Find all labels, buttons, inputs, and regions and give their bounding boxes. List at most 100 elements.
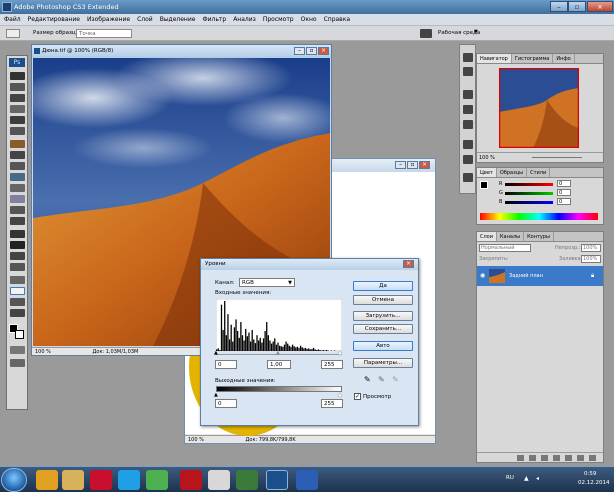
- black-eyedropper-icon[interactable]: ✎: [364, 375, 371, 384]
- layer-name[interactable]: Задний план: [509, 273, 543, 279]
- output-black-slider[interactable]: ▲: [214, 392, 218, 398]
- channel-select[interactable]: RGB ▼: [239, 278, 295, 287]
- gradient-tool-icon[interactable]: [10, 195, 25, 203]
- sample-size-select[interactable]: Точка: [76, 29, 132, 38]
- load-button[interactable]: Загрузить...: [353, 311, 413, 321]
- gray-eyedropper-icon[interactable]: ✎: [378, 375, 385, 384]
- layer-row[interactable]: ◉ Задний план 🔒︎: [477, 266, 603, 286]
- zoom-slider[interactable]: [532, 157, 582, 158]
- clone-source-icon[interactable]: [463, 120, 473, 129]
- gamma-slider[interactable]: ▲: [276, 350, 280, 356]
- notes-tool-icon[interactable]: [10, 276, 25, 284]
- volume-icon[interactable]: ◂: [536, 475, 539, 482]
- blend-mode-select[interactable]: Нормальный: [479, 244, 531, 252]
- lasso-tool-icon[interactable]: [10, 94, 25, 102]
- output-black-field[interactable]: 0: [215, 399, 237, 408]
- tab-swatches[interactable]: Образцы: [497, 168, 528, 177]
- type-tool-icon[interactable]: [10, 241, 25, 249]
- tab-channels[interactable]: Каналы: [497, 232, 525, 241]
- b-slider[interactable]: [505, 201, 553, 204]
- media-player-taskbar-icon[interactable]: [208, 470, 230, 490]
- chevron-down-icon[interactable]: ▼: [474, 29, 478, 35]
- auto-button[interactable]: Авто: [353, 341, 413, 351]
- minimize-icon[interactable]: –: [550, 1, 568, 12]
- white-eyedropper-icon[interactable]: ✎: [392, 375, 399, 384]
- navigator-thumbnail[interactable]: [499, 68, 579, 148]
- eyedropper-tool-icon[interactable]: [10, 287, 25, 295]
- zoom-value[interactable]: 100 %: [188, 437, 204, 443]
- menu-help[interactable]: Справка: [324, 16, 350, 25]
- eraser-tool-icon[interactable]: [10, 184, 25, 192]
- clock-time[interactable]: 0:59: [584, 471, 596, 477]
- layer-style-icon[interactable]: [529, 455, 536, 461]
- magic-wand-tool-icon[interactable]: [10, 105, 25, 113]
- navigator-zoom-value[interactable]: 100 %: [479, 155, 495, 161]
- actions-icon[interactable]: [463, 67, 473, 76]
- maximize-icon[interactable]: ▫: [306, 47, 317, 55]
- menu-layer[interactable]: Слой: [137, 16, 153, 25]
- zoom-value[interactable]: 100 %: [35, 349, 51, 355]
- g-slider[interactable]: [505, 192, 553, 195]
- cancel-button[interactable]: Отмена: [353, 295, 413, 305]
- game-taskbar-icon[interactable]: [236, 470, 258, 490]
- options-button[interactable]: Параметры...: [353, 358, 413, 368]
- layer-comps-icon[interactable]: [463, 173, 473, 182]
- menu-window[interactable]: Окно: [301, 16, 317, 25]
- menu-view[interactable]: Просмотр: [263, 16, 294, 25]
- close-icon[interactable]: ×: [419, 161, 430, 169]
- close-icon[interactable]: ×: [587, 1, 613, 12]
- output-white-slider[interactable]: ▲: [338, 392, 342, 398]
- slice-tool-icon[interactable]: [10, 127, 25, 135]
- tab-color[interactable]: Цвет: [477, 168, 497, 177]
- r-field[interactable]: 0: [557, 180, 571, 187]
- background-color-swatch[interactable]: [15, 330, 24, 339]
- clock-date[interactable]: 02.12.2014: [578, 480, 610, 486]
- network-icon[interactable]: ▲: [524, 475, 529, 482]
- menu-image[interactable]: Изображение: [87, 16, 130, 25]
- close-icon[interactable]: ×: [403, 260, 414, 268]
- move-tool-icon[interactable]: [10, 72, 25, 80]
- history-icon[interactable]: [463, 53, 473, 62]
- language-indicator[interactable]: RU: [506, 475, 514, 481]
- hand-tool-icon[interactable]: [10, 298, 25, 306]
- maximize-icon[interactable]: ▫: [407, 161, 418, 169]
- quick-mask-icon[interactable]: [10, 346, 25, 354]
- crop-tool-icon[interactable]: [10, 116, 25, 124]
- healing-brush-tool-icon[interactable]: [10, 140, 25, 148]
- save-button[interactable]: Сохранить...: [353, 324, 413, 334]
- eyedropper-preset-icon[interactable]: [6, 29, 20, 38]
- character-icon[interactable]: [463, 140, 473, 149]
- tab-paths[interactable]: Контуры: [524, 232, 554, 241]
- tool-presets-icon[interactable]: [463, 90, 473, 99]
- history-brush-tool-icon[interactable]: [10, 173, 25, 181]
- link-layers-icon[interactable]: [517, 455, 524, 461]
- b-field[interactable]: 0: [557, 198, 571, 205]
- layer-mask-icon[interactable]: [541, 455, 548, 461]
- explorer-taskbar-icon[interactable]: [36, 470, 58, 490]
- tab-histogram[interactable]: Гистограмма: [512, 54, 554, 63]
- brushes-icon[interactable]: [463, 105, 473, 114]
- shape-tool-icon[interactable]: [10, 263, 25, 271]
- ok-button[interactable]: Да: [353, 281, 413, 291]
- color-spectrum-bar[interactable]: [480, 213, 598, 220]
- menu-edit[interactable]: Редактирование: [28, 16, 80, 25]
- new-group-icon[interactable]: [565, 455, 572, 461]
- folder-taskbar-icon[interactable]: [62, 470, 84, 490]
- tab-navigator[interactable]: Навигатор: [477, 54, 512, 63]
- minimize-icon[interactable]: –: [294, 47, 305, 55]
- input-white-field[interactable]: 255: [321, 360, 343, 369]
- trash-icon[interactable]: [589, 455, 596, 461]
- g-field[interactable]: 0: [557, 189, 571, 196]
- input-gamma-field[interactable]: 1,00: [267, 360, 291, 369]
- menu-analysis[interactable]: Анализ: [233, 16, 256, 25]
- tab-info[interactable]: Инфо: [553, 54, 575, 63]
- minimize-icon[interactable]: –: [395, 161, 406, 169]
- zoom-tool-icon[interactable]: [10, 309, 25, 317]
- black-point-slider[interactable]: ▲: [214, 350, 218, 356]
- maximize-icon[interactable]: ▫: [568, 1, 586, 12]
- photoshop-taskbar-icon[interactable]: [266, 470, 288, 490]
- clone-stamp-tool-icon[interactable]: [10, 162, 25, 170]
- tab-layers[interactable]: Слои: [477, 232, 497, 241]
- word-taskbar-icon[interactable]: [296, 470, 318, 490]
- bridge-icon[interactable]: [420, 29, 432, 38]
